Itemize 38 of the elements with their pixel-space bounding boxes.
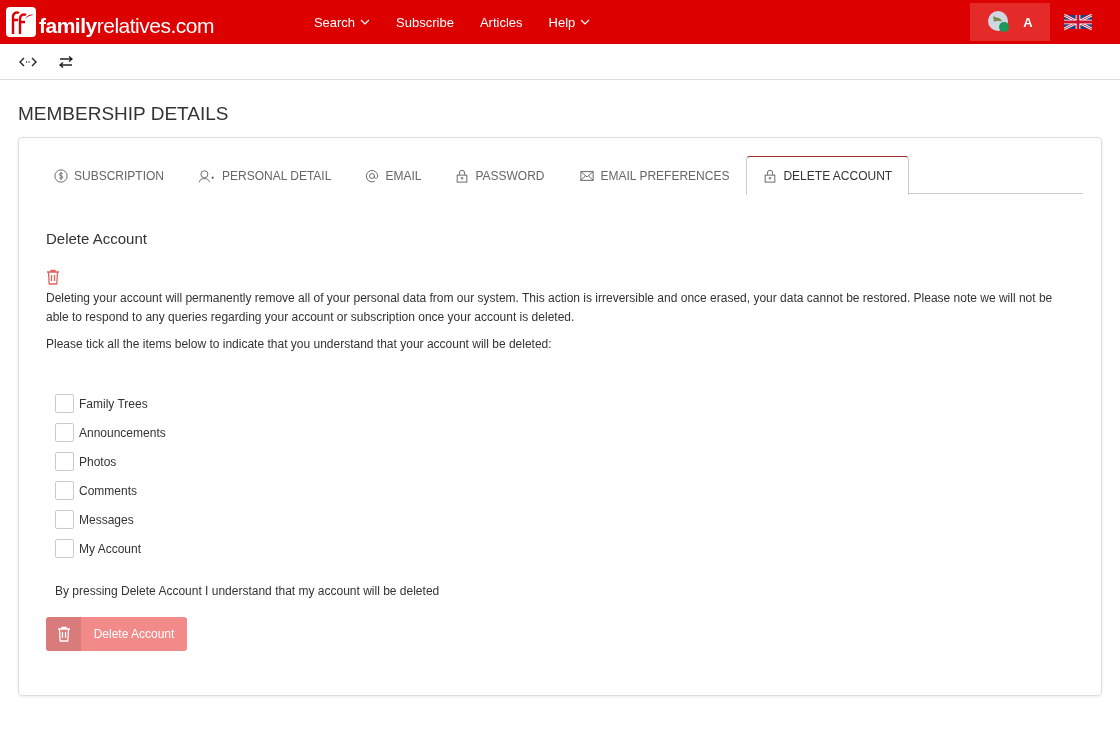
uk-flag-icon[interactable] [1064,13,1092,31]
person-icon [198,168,216,183]
warning-text: Deleting your account will permanently remove all of your personal data from our system. This action is irreversible and once erased, your data cannot be restored. Please note we will not be able to respond to any queries regarding your account or subscription once your account is deleted. [46,290,1054,326]
section-heading: Delete Account [46,230,148,247]
tab[interactable]: DELETE ACCOUNT [746,156,910,195]
checkbox-label: Family Trees [79,396,148,411]
checkbox[interactable] [55,481,74,500]
trash-icon [56,626,71,642]
chevron-down-icon [360,19,371,25]
page-title: MEMBERSHIP DETAILS [18,103,230,125]
checkbox[interactable] [55,394,74,413]
checkbox-label: My Account [79,541,142,556]
nav-link[interactable]: Articles [479,14,523,30]
checkbox[interactable] [55,510,74,529]
nav-link[interactable]: Search [313,14,371,30]
checkbox-label: Photos [79,454,117,469]
checkbox[interactable] [55,539,74,558]
checkbox[interactable] [55,423,74,442]
nav-link[interactable]: Help [548,14,591,30]
envelope-icon [578,168,595,183]
expand-icon[interactable] [19,56,37,67]
lock-icon [763,169,778,183]
checkbox-label: Messages [79,512,134,527]
trash-icon [46,269,60,285]
swap-icon[interactable] [59,55,73,68]
user-menu-button[interactable]: A [970,3,1050,41]
confirmation-text: By pressing Delete Account I understand that my account will be deleted [55,583,441,600]
checkbox-label: Announcements [79,425,166,440]
instruction-text: Please tick all the items below to indicate that you understand that your account will be deleted: [46,336,553,353]
at-icon [365,168,380,183]
logo-icon [6,7,36,37]
dollar-icon [54,168,68,183]
checkbox-label: Comments [79,483,137,498]
chevron-down-icon [580,19,591,25]
logo-text[interactable]: familyrelatives.com [39,14,214,38]
checkbox[interactable] [55,452,74,471]
nav-link[interactable]: Subscribe [396,14,454,30]
lock-icon [455,168,470,183]
